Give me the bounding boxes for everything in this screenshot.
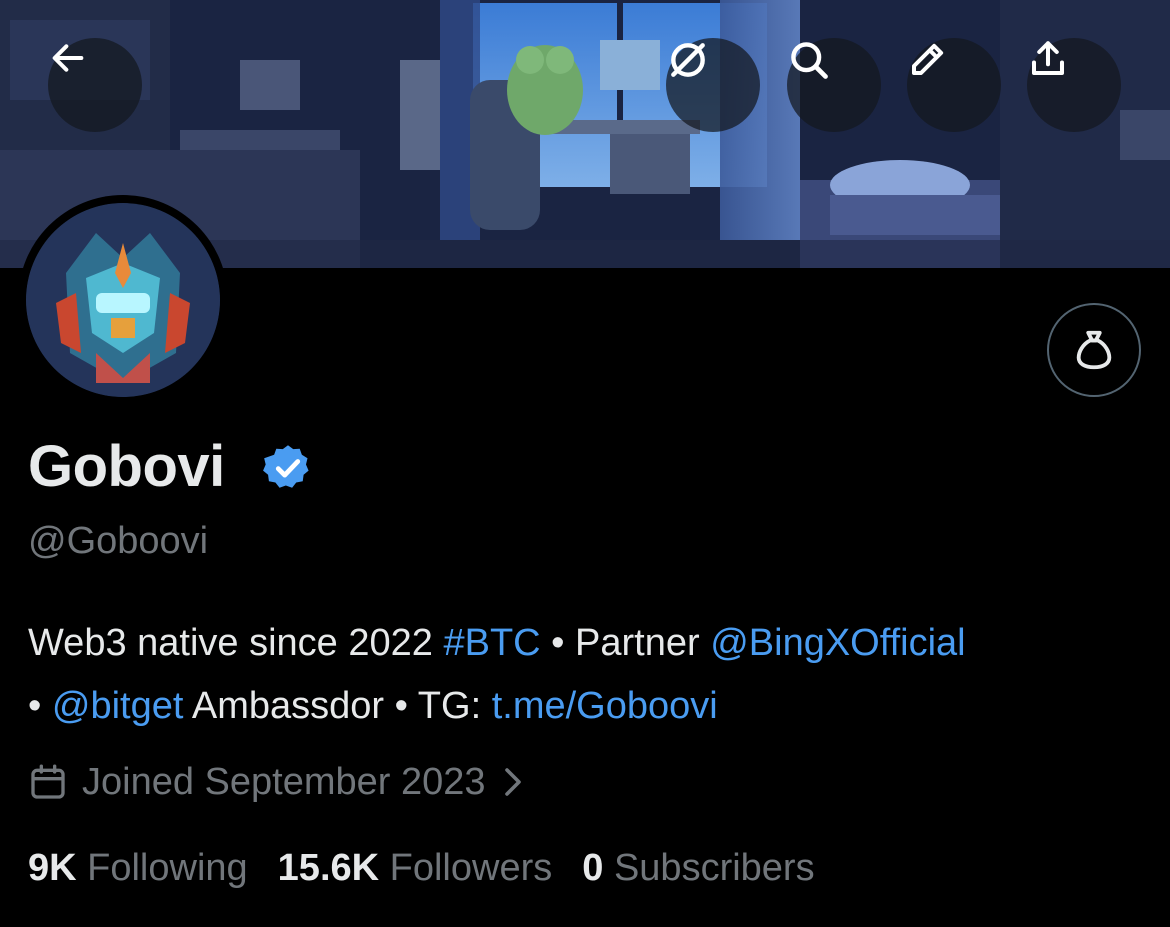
following-count: 9K <box>28 847 77 889</box>
followers-label: Followers <box>389 847 553 889</box>
hashtag-link[interactable]: #BTC <box>443 622 540 664</box>
followers-link[interactable]: 15.6K Followers <box>278 844 553 892</box>
verified-badge-icon[interactable] <box>262 442 314 494</box>
followers-count: 15.6K <box>277 847 380 889</box>
calendar-icon <box>31 764 65 799</box>
mention-link[interactable]: @bitget <box>52 685 184 727</box>
edit-button[interactable] <box>907 38 1001 132</box>
profile-bio: Web3 native since 2022 #BTC • Partner @B… <box>28 612 1148 738</box>
profile-stats: 9K Following 15.6K Followers 0 Subscribe… <box>28 844 845 892</box>
profile-handle: @Goboovi <box>28 520 209 562</box>
bio-text: • <box>28 685 52 727</box>
joined-date[interactable]: Joined September 2023 <box>28 758 538 806</box>
chevron-right-icon <box>504 768 521 796</box>
avatar-image <box>26 203 220 397</box>
subscribers-count: 0 <box>582 847 604 889</box>
mention-link[interactable]: @BingXOfficial <box>710 622 965 664</box>
back-button[interactable] <box>48 38 142 132</box>
money-bag-icon <box>1076 330 1112 370</box>
share-icon <box>1031 41 1065 76</box>
tip-button[interactable] <box>1047 303 1141 397</box>
display-name: Gobovi <box>28 434 225 499</box>
search-icon <box>791 42 828 79</box>
grok-icon <box>671 43 705 77</box>
bio-text: Ambassdor • TG: <box>183 685 492 727</box>
grok-button[interactable] <box>666 38 760 132</box>
bio-text: Web3 native since 2022 <box>28 622 444 664</box>
subscribers-link[interactable]: 0 Subscribers <box>582 844 814 892</box>
pencil-icon <box>911 43 944 76</box>
share-button[interactable] <box>1027 38 1121 132</box>
telegram-link[interactable]: t.me/Goboovi <box>492 685 718 727</box>
following-label: Following <box>87 847 248 889</box>
arrow-left-icon <box>52 44 84 72</box>
subscribers-label: Subscribers <box>613 847 815 889</box>
joined-label: Joined September 2023 <box>82 761 486 803</box>
search-button[interactable] <box>787 38 881 132</box>
bio-text: • Partner <box>540 622 711 664</box>
profile-avatar[interactable] <box>18 195 228 405</box>
following-link[interactable]: 9K Following <box>28 844 248 892</box>
